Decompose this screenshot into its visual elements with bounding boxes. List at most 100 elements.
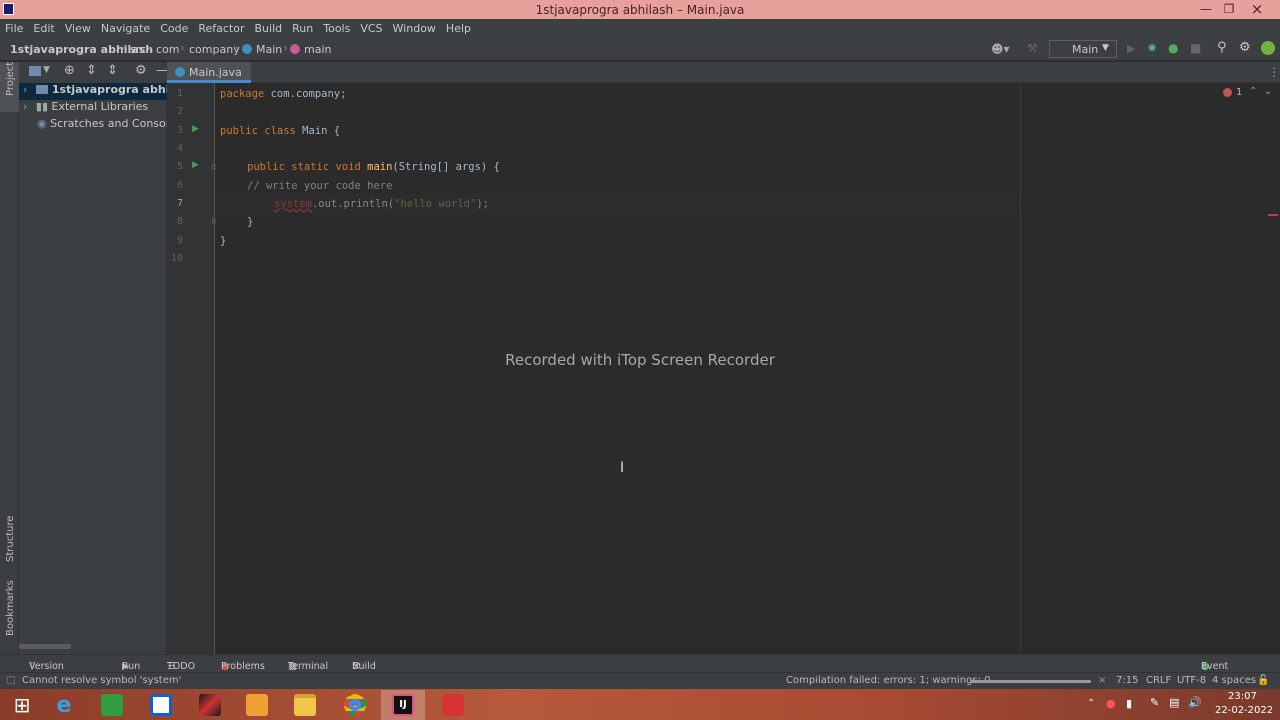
chevron-right-icon: › [147, 41, 152, 55]
compilation-status[interactable]: Compilation failed: errors: 1; warnings:… [786, 675, 991, 686]
recorder-tray-icon[interactable]: ● [1106, 697, 1116, 710]
taskbar-store[interactable] [90, 690, 134, 720]
keyword: public static void [247, 161, 361, 173]
code-line: public class Main { [220, 125, 340, 137]
project-view-icon[interactable] [29, 66, 41, 76]
panel-toggle-icon[interactable]: □ [6, 675, 15, 686]
clock-date[interactable]: 22-02-2022 [1215, 705, 1273, 716]
taskbar-chrome[interactable] [333, 690, 377, 720]
windows-logo-icon: ⊞ [13, 693, 31, 717]
taskbar-screen-recorder[interactable] [431, 690, 475, 720]
close-window-button[interactable]: × [1247, 1, 1267, 17]
chevron-down-icon[interactable]: ▼ [43, 65, 50, 75]
line-number: 3 [176, 125, 183, 136]
taskbar-dropbox[interactable] [139, 690, 183, 720]
left-tool-stripe: Project Structure Bookmarks [0, 62, 19, 656]
breadcrumb-com[interactable]: com [156, 43, 180, 56]
menu-edit[interactable]: Edit [28, 19, 59, 35]
taskbar-app[interactable] [188, 690, 232, 720]
menu-window[interactable]: Window [388, 19, 441, 35]
menu-build[interactable]: Build [250, 19, 288, 35]
code-text: Main { [295, 125, 341, 137]
breadcrumb-src[interactable]: src [130, 43, 146, 56]
volume-icon[interactable]: 🔊 [1188, 696, 1202, 709]
menu-navigate[interactable]: Navigate [96, 19, 155, 35]
start-button[interactable]: ⊞ [0, 690, 44, 720]
caret-position[interactable]: 7:15 [1116, 675, 1138, 686]
line-separator[interactable]: CRLF [1146, 675, 1171, 686]
line-number: 10 [170, 253, 183, 264]
breadcrumb-main-method[interactable]: main [290, 43, 331, 56]
network-icon[interactable]: ▤ [1169, 696, 1179, 709]
menu-help[interactable]: Help [441, 19, 476, 35]
chevron-right-icon: › [23, 100, 28, 113]
chevron-right-icon: › [121, 41, 126, 55]
show-hidden-icons[interactable]: ⌃ [1087, 698, 1095, 709]
chevron-down-icon: ▼ [1102, 43, 1109, 53]
tree-item-project[interactable]: › 1stjavaprogra abhilash [19, 83, 167, 100]
gear-icon[interactable]: ⚙ [135, 63, 147, 78]
tree-item-external-libraries[interactable]: › ▮▮ External Libraries [19, 100, 167, 117]
restore-button[interactable]: ❐ [1219, 1, 1239, 17]
bookmarks-tool-label[interactable]: Bookmarks [5, 580, 16, 636]
plugin-icon[interactable] [1261, 41, 1275, 55]
tree-item-scratches[interactable]: ◉ Scratches and Consoles [19, 117, 167, 134]
error-count[interactable]: 1 [1236, 87, 1242, 98]
menu-code[interactable]: Code [155, 19, 193, 35]
hammer-build-icon[interactable]: ⚒ [1027, 41, 1038, 55]
text-cursor-icon: I [620, 460, 625, 476]
menu-run[interactable]: Run [287, 19, 318, 35]
battery-icon[interactable]: ▮ [1126, 697, 1132, 710]
taskbar-internet-explorer[interactable]: e [42, 690, 86, 720]
menu-vcs[interactable]: VCS [355, 19, 387, 35]
taskbar-intellij[interactable]: IJ [381, 690, 425, 720]
minimize-button[interactable]: — [1196, 1, 1216, 17]
search-icon[interactable]: ⚲ [1217, 40, 1227, 55]
menu-refactor[interactable]: Refactor [193, 19, 249, 35]
pen-icon[interactable]: ✎ [1150, 696, 1159, 709]
next-error-icon[interactable]: ⌄ [1264, 86, 1272, 97]
previous-error-icon[interactable]: ⌃ [1249, 86, 1257, 97]
indent-setting[interactable]: 4 spaces [1212, 675, 1256, 686]
line-number: 5 [176, 161, 183, 172]
breadcrumb-company[interactable]: company [189, 43, 240, 56]
menu-tools[interactable]: Tools [318, 19, 355, 35]
tool-terminal-label: Terminal [288, 661, 329, 672]
structure-tool-label[interactable]: Structure [5, 515, 16, 562]
run-method-icon[interactable]: ▶ [192, 160, 199, 170]
debug-icon[interactable]: ✹ [1147, 41, 1157, 55]
clock-time[interactable]: 23:07 [1228, 691, 1257, 702]
app-icon [199, 694, 221, 716]
taskbar-media-player[interactable] [235, 690, 279, 720]
close-progress-icon[interactable]: × [1098, 675, 1106, 686]
project-tool-label[interactable]: Project [5, 62, 16, 96]
menu-file[interactable]: File [0, 19, 28, 35]
expand-all-icon[interactable]: ⇕ [86, 63, 97, 78]
error-stripe-mark[interactable] [1268, 214, 1278, 216]
line-number-current: 7 [176, 198, 183, 209]
file-encoding[interactable]: UTF-8 [1177, 675, 1206, 686]
run-class-icon[interactable]: ▶ [192, 124, 199, 134]
more-options-icon[interactable]: ⋮ [1268, 65, 1280, 79]
error-icon[interactable] [1223, 88, 1232, 97]
lock-icon[interactable]: 🔓 [1257, 675, 1269, 686]
stop-icon[interactable]: ■ [1190, 41, 1201, 55]
gear-icon[interactable]: ⚙ [1239, 40, 1251, 55]
code-comment: // write your code here [247, 180, 393, 192]
tab-main-java[interactable]: Main.java × [167, 62, 251, 92]
run-configuration-select[interactable]: Main ▼ [1049, 40, 1117, 58]
breadcrumb-main-class[interactable]: Main [242, 43, 282, 56]
line-number: 2 [176, 106, 183, 117]
taskbar-file-explorer[interactable] [283, 690, 327, 720]
folder-icon [294, 694, 316, 716]
menu-view[interactable]: View [60, 19, 96, 35]
user-account-icon[interactable]: ☻▾ [991, 42, 1010, 56]
coverage-icon[interactable]: ● [1168, 41, 1178, 55]
collapse-all-icon[interactable]: ⇕ [107, 63, 118, 78]
run-icon[interactable]: ▶ [1127, 42, 1135, 55]
horizontal-scrollbar[interactable] [19, 644, 71, 649]
code-text: com.company; [264, 88, 347, 100]
dropbox-icon [150, 694, 172, 716]
locate-icon[interactable]: ⊕ [64, 63, 75, 78]
intellij-icon: IJ [392, 694, 414, 716]
